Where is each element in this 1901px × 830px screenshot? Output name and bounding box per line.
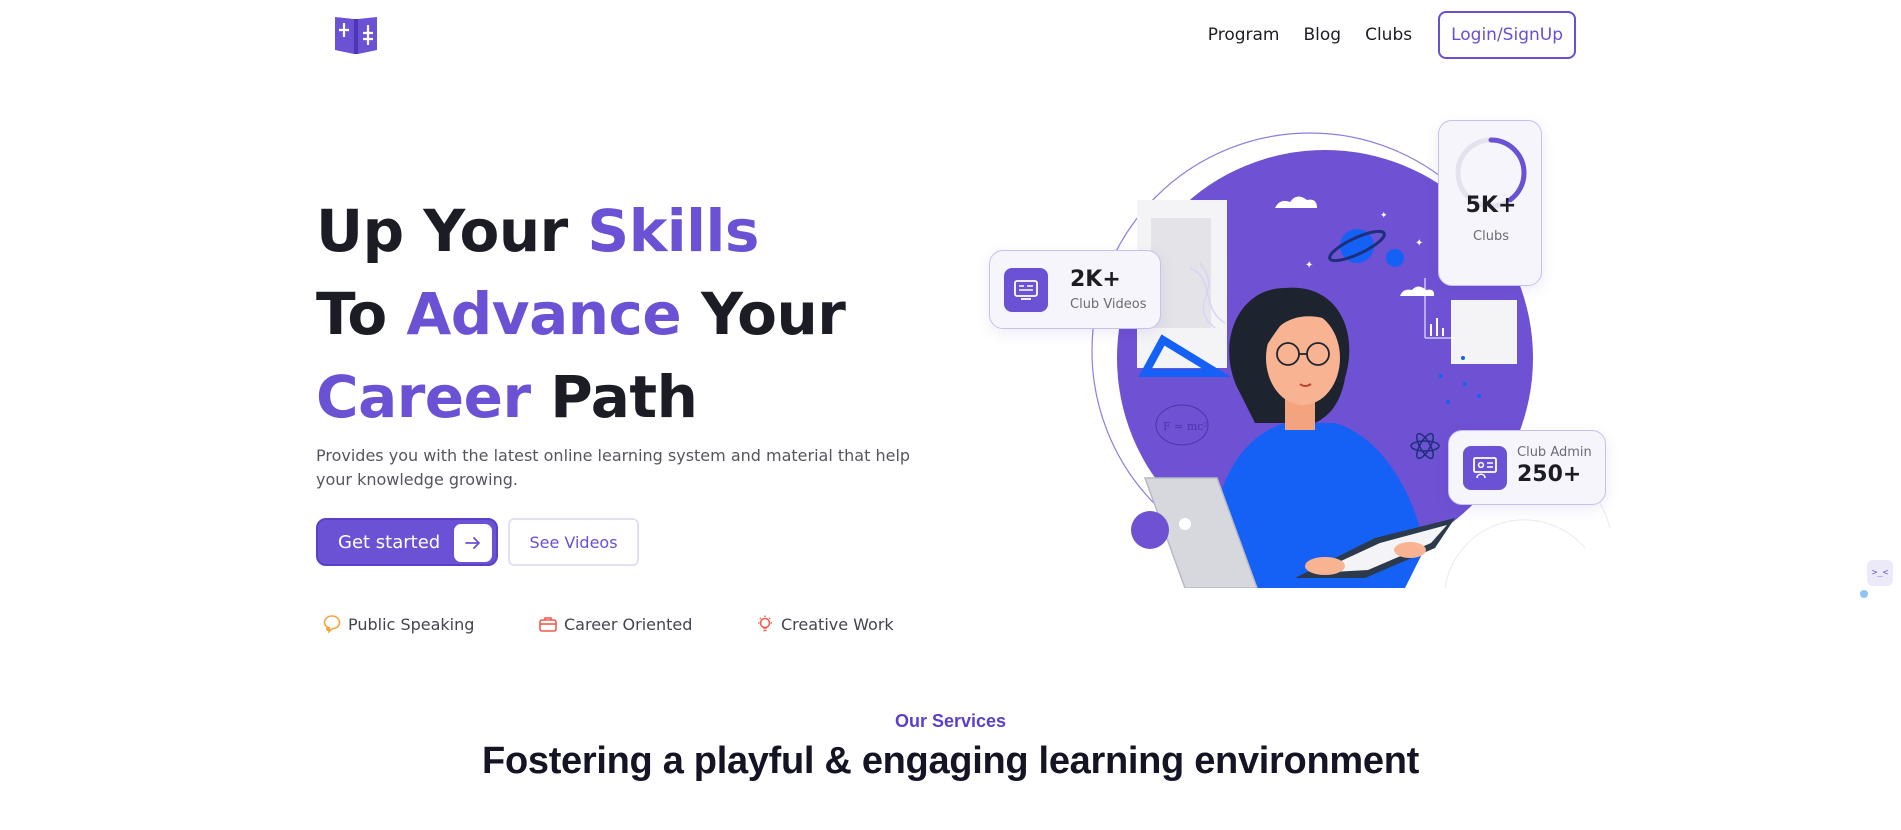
headline-highlight: Career xyxy=(316,363,531,431)
clubs-count: 5K+ xyxy=(1465,193,1517,218)
club-admin-label: Club Admin xyxy=(1517,445,1592,460)
hero-description: Provides you with the latest online lear… xyxy=(316,446,911,489)
briefcase-icon xyxy=(539,617,557,632)
headline-text: Your xyxy=(681,280,846,348)
admin-presenter-icon xyxy=(1463,446,1507,490)
nav-clubs[interactable]: Clubs xyxy=(1365,25,1412,45)
see-videos-button[interactable]: See Videos xyxy=(508,518,639,566)
main-nav: Program Blog Clubs Login/SignUp xyxy=(1208,11,1576,59)
side-chat-widget[interactable]: >_< xyxy=(1867,560,1893,586)
headline-text: Up Your xyxy=(316,197,588,265)
svg-text:✦: ✦ xyxy=(1380,211,1388,221)
stat-card-club-admin: Club Admin 250+ xyxy=(1448,430,1606,505)
headline-line-3: Career Path xyxy=(316,356,845,439)
get-started-label: Get started xyxy=(338,531,441,553)
lightbulb-icon xyxy=(758,615,772,632)
speech-bubble-icon xyxy=(323,615,341,634)
open-book-icon xyxy=(335,17,377,54)
video-lesson-icon xyxy=(1004,268,1048,312)
headline-text: Path xyxy=(530,363,698,431)
headline-line-1: Up Your Skills xyxy=(316,190,845,273)
decor-dot xyxy=(1131,511,1169,549)
nav-blog[interactable]: Blog xyxy=(1304,25,1342,45)
feature-creative-work: Creative Work xyxy=(755,614,894,634)
svg-text:✦: ✦ xyxy=(1415,238,1423,249)
headline-highlight: Advance xyxy=(406,280,682,348)
club-videos-count: 2K+ xyxy=(1070,267,1121,292)
feature-list: Public Speaking Career Oriented Creative… xyxy=(322,614,894,634)
feature-label: Public Speaking xyxy=(348,614,475,634)
feature-label: Creative Work xyxy=(781,614,894,634)
get-started-button[interactable]: Get started xyxy=(316,518,498,566)
services-title: Fostering a playful & engaging learning … xyxy=(482,740,1419,782)
feature-public-speaking: Public Speaking xyxy=(322,614,538,634)
chart-board xyxy=(1451,300,1517,364)
feature-label: Career Oriented xyxy=(564,614,693,634)
services-kicker: Our Services xyxy=(894,711,1007,731)
status-dot xyxy=(1860,590,1868,598)
formula-text: F = mc² xyxy=(1163,420,1208,433)
nav-program[interactable]: Program xyxy=(1208,25,1280,45)
headline-highlight: Skills xyxy=(587,197,759,265)
arrow-right-icon xyxy=(454,524,492,562)
headline-line-2: To Advance Your xyxy=(316,273,846,356)
stat-card-clubs: 5K+ Clubs xyxy=(1438,120,1542,286)
clubs-label: Clubs xyxy=(1473,229,1509,244)
club-admin-count: 250+ xyxy=(1517,462,1582,487)
logo[interactable] xyxy=(333,13,379,55)
stat-card-club-videos: 2K+ Club Videos xyxy=(989,250,1161,329)
headline-text: To xyxy=(316,280,407,348)
club-videos-label: Club Videos xyxy=(1070,297,1147,312)
svg-text:✦: ✦ xyxy=(1305,260,1313,271)
hero-headline: Up Your Skills To Advance Your Career Pa… xyxy=(316,190,846,439)
feature-career-oriented: Career Oriented xyxy=(538,614,755,634)
login-signup-button[interactable]: Login/SignUp xyxy=(1438,11,1576,59)
